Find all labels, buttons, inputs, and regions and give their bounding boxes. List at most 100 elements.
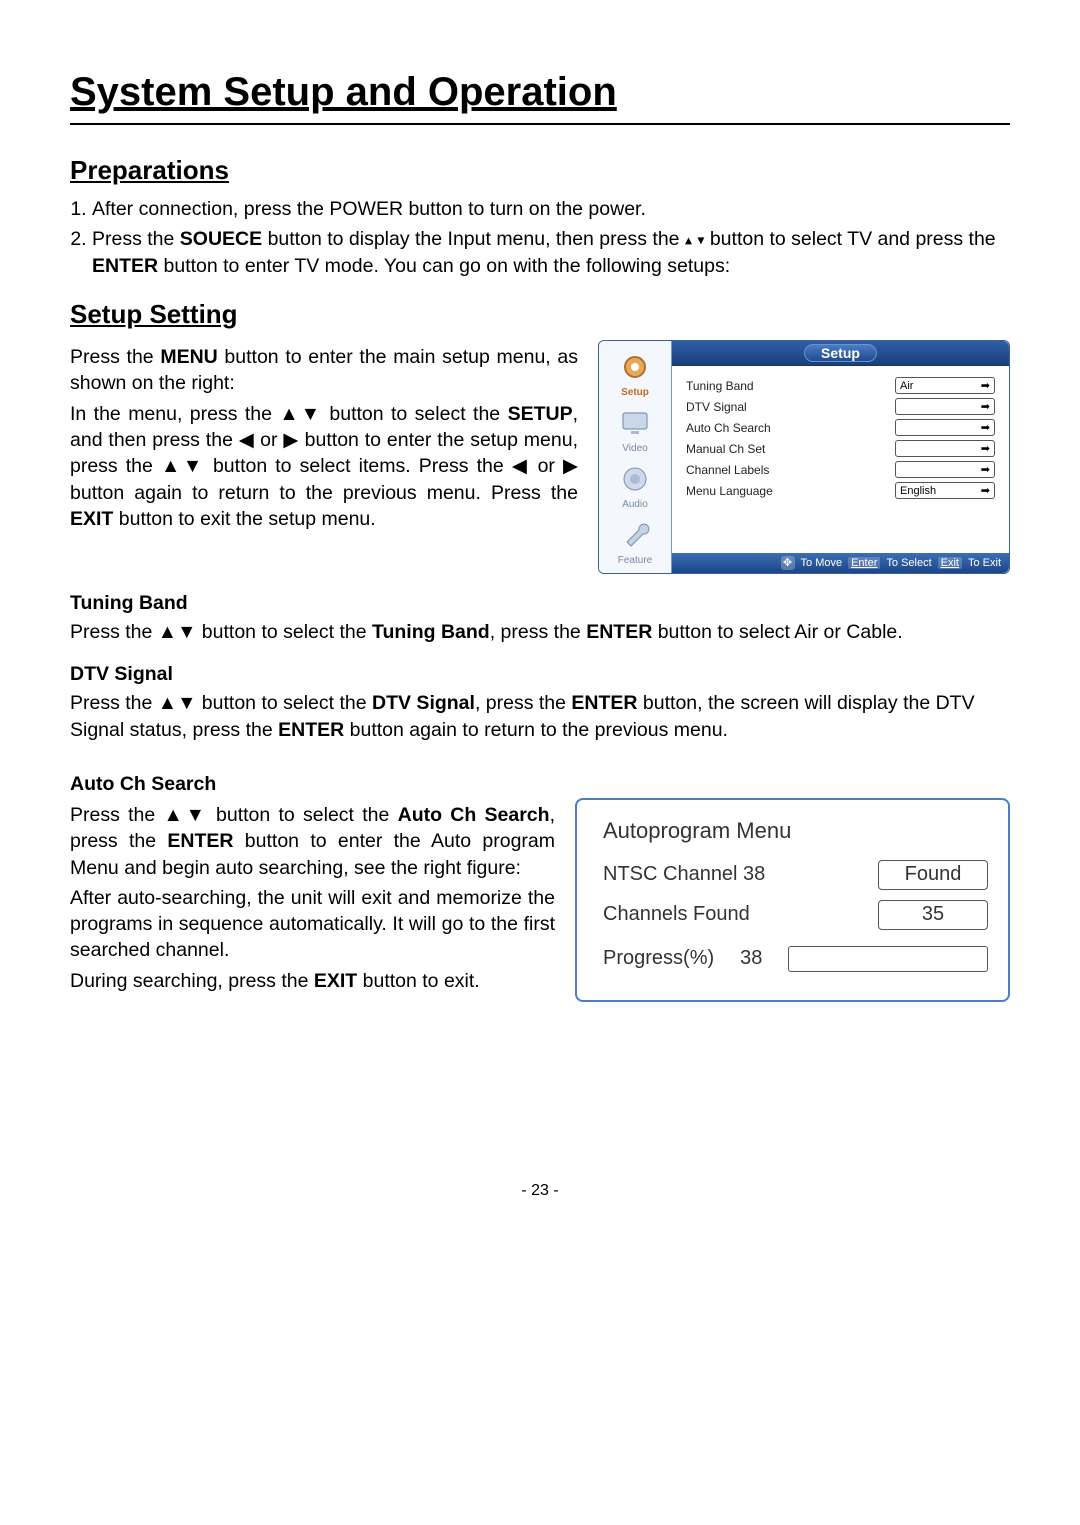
osd-value-box[interactable]: ➡ (895, 419, 995, 436)
subhead-dtv-signal: DTV Signal (70, 663, 1010, 686)
tuning-band-text: Press the ▲▼ button to select the Tuning… (70, 619, 1010, 645)
dtv-signal-text: Press the ▲▼ button to select the DTV Si… (70, 690, 1010, 743)
up-small-icon: ▴ (685, 232, 692, 248)
auto-ch-text-1: Press the ▲▼ button to select the Auto C… (70, 802, 555, 881)
t: button to display the Input menu, then p… (262, 228, 685, 250)
speaker-icon (613, 461, 657, 497)
osd-value-box[interactable]: ➡ (895, 398, 995, 415)
osd-value-box[interactable]: English ➡ (895, 482, 995, 499)
autoprogram-progress-value: 38 (740, 947, 762, 970)
osd-footer: ✥ To Move Enter To Select Exit To Exit (672, 553, 1009, 573)
dpad-icon: ✥ (781, 556, 795, 570)
osd-cat-setup[interactable]: Setup (607, 347, 663, 399)
osd-autoprogram-figure: Autoprogram Menu NTSC Channel 38 Found C… (575, 798, 1010, 1002)
page-number: - 23 - (70, 1182, 1010, 1200)
t: button to select TV and press the (704, 228, 995, 250)
osd-cat-video-label: Video (622, 443, 647, 454)
autoprogram-row1-label: NTSC Channel 38 (603, 863, 765, 886)
osd-row-label: Channel Labels (686, 463, 769, 477)
autoprogram-row1-value-box: Found (878, 860, 988, 890)
gear-icon (613, 349, 657, 385)
osd-title-text: Setup (804, 344, 877, 362)
osd-row-channel-labels[interactable]: Channel Labels ➡ (686, 461, 995, 479)
osd-value-text: Air (900, 380, 913, 392)
prep-item-1-text: After connection, press the POWER button… (92, 198, 646, 220)
setup-para-1: Press the MENU button to enter the main … (70, 344, 578, 397)
osd-row-label: Tuning Band (686, 379, 754, 393)
osd-row-dtv-signal[interactable]: DTV Signal ➡ (686, 398, 995, 416)
osd-row-auto-ch-search[interactable]: Auto Ch Search ➡ (686, 419, 995, 437)
preparations-list: After connection, press the POWER button… (70, 196, 1010, 279)
b: Tuning Band (372, 621, 490, 643)
prep-item-2: Press the SOUECE button to display the I… (92, 226, 1010, 279)
osd-titlebar: Setup (672, 341, 1009, 366)
osd-cat-feature-label: Feature (618, 555, 652, 566)
t: button again to return to the previous m… (344, 719, 728, 741)
progress-bar (788, 946, 988, 972)
t: , press the (475, 692, 571, 714)
b: ENTER (167, 830, 233, 852)
osd-row-label: DTV Signal (686, 400, 747, 414)
osd-rows: Tuning Band Air➡ DTV Signal ➡ Auto Ch Se… (672, 366, 1009, 553)
arrow-right-icon: ➡ (981, 463, 990, 476)
osd-row-label: Manual Ch Set (686, 442, 765, 456)
title-rule (70, 123, 1010, 125)
osd-footer-toexit: To Exit (968, 557, 1001, 569)
t: In the menu, press the ▲▼ button to sele… (70, 403, 508, 425)
osd-value-box[interactable]: ➡ (895, 461, 995, 478)
osd-row-label: Menu Language (686, 484, 773, 498)
section-preparations: Preparations (70, 155, 1010, 186)
osd-cat-audio-label: Audio (622, 499, 648, 510)
arrow-right-icon: ➡ (981, 421, 990, 434)
arrow-right-icon: ➡ (981, 442, 990, 455)
osd-row-label: Auto Ch Search (686, 421, 771, 435)
setup-bold: SETUP (508, 403, 573, 425)
b: ENTER (571, 692, 637, 714)
t: Press the ▲▼ button to select the (70, 621, 372, 643)
autoprogram-row1-value: Found (905, 863, 962, 886)
osd-cat-video[interactable]: Video (607, 403, 663, 455)
osd-value-box[interactable]: Air➡ (895, 377, 995, 394)
autoprogram-row2-label: Channels Found (603, 903, 750, 926)
autoprogram-progress-label: Progress(%) (603, 947, 714, 970)
autoprogram-row2-value: 35 (922, 903, 944, 926)
page-title: System Setup and Operation (70, 70, 1010, 115)
menu-bold: MENU (160, 346, 217, 368)
section-setup-setting: Setup Setting (70, 299, 1010, 330)
autoprogram-row2-value-box: 35 (878, 900, 988, 930)
osd-cat-feature[interactable]: Feature (607, 515, 663, 567)
wrench-icon (613, 517, 657, 553)
b: DTV Signal (372, 692, 475, 714)
autoprogram-row-channel: NTSC Channel 38 Found (603, 860, 988, 890)
t: Press the ▲▼ button to select the (70, 692, 372, 714)
osd-row-menu-language[interactable]: Menu Language English ➡ (686, 482, 995, 500)
auto-ch-text-3: During searching, press the EXIT button … (70, 968, 555, 994)
osd-value-text: English (900, 485, 936, 497)
osd-row-tuning-band[interactable]: Tuning Band Air➡ (686, 377, 995, 395)
osd-value-box[interactable]: ➡ (895, 440, 995, 457)
osd-setup-figure: Setup Video Audio (598, 340, 1010, 574)
osd-footer-move: To Move (801, 557, 843, 569)
b: Auto Ch Search (398, 804, 550, 826)
autoprogram-row-found: Channels Found 35 (603, 900, 988, 930)
auto-ch-text-2: After auto-searching, the unit will exit… (70, 885, 555, 964)
souece-bold: SOUECE (180, 228, 262, 250)
osd-cat-audio[interactable]: Audio (607, 459, 663, 511)
osd-cat-setup-label: Setup (621, 387, 649, 398)
setup-para-2: In the menu, press the ▲▼ button to sele… (70, 401, 578, 533)
monitor-icon (613, 405, 657, 441)
t: button to select Air or Cable. (652, 621, 902, 643)
arrow-right-icon: ➡ (981, 484, 990, 497)
subhead-tuning-band: Tuning Band (70, 592, 1010, 615)
b: ENTER (278, 719, 344, 741)
osd-footer-exit-tag: Exit (938, 557, 962, 569)
t: , press the (490, 621, 586, 643)
t: Press the ▲▼ button to select the (70, 804, 398, 826)
autoprogram-title: Autoprogram Menu (603, 818, 988, 844)
b: ENTER (586, 621, 652, 643)
osd-footer-enter-tag: Enter (848, 557, 880, 569)
t: button to exit the setup menu. (113, 508, 375, 530)
enter-bold: ENTER (92, 255, 158, 277)
osd-row-manual-ch-set[interactable]: Manual Ch Set ➡ (686, 440, 995, 458)
osd-sidebar: Setup Video Audio (599, 341, 672, 573)
